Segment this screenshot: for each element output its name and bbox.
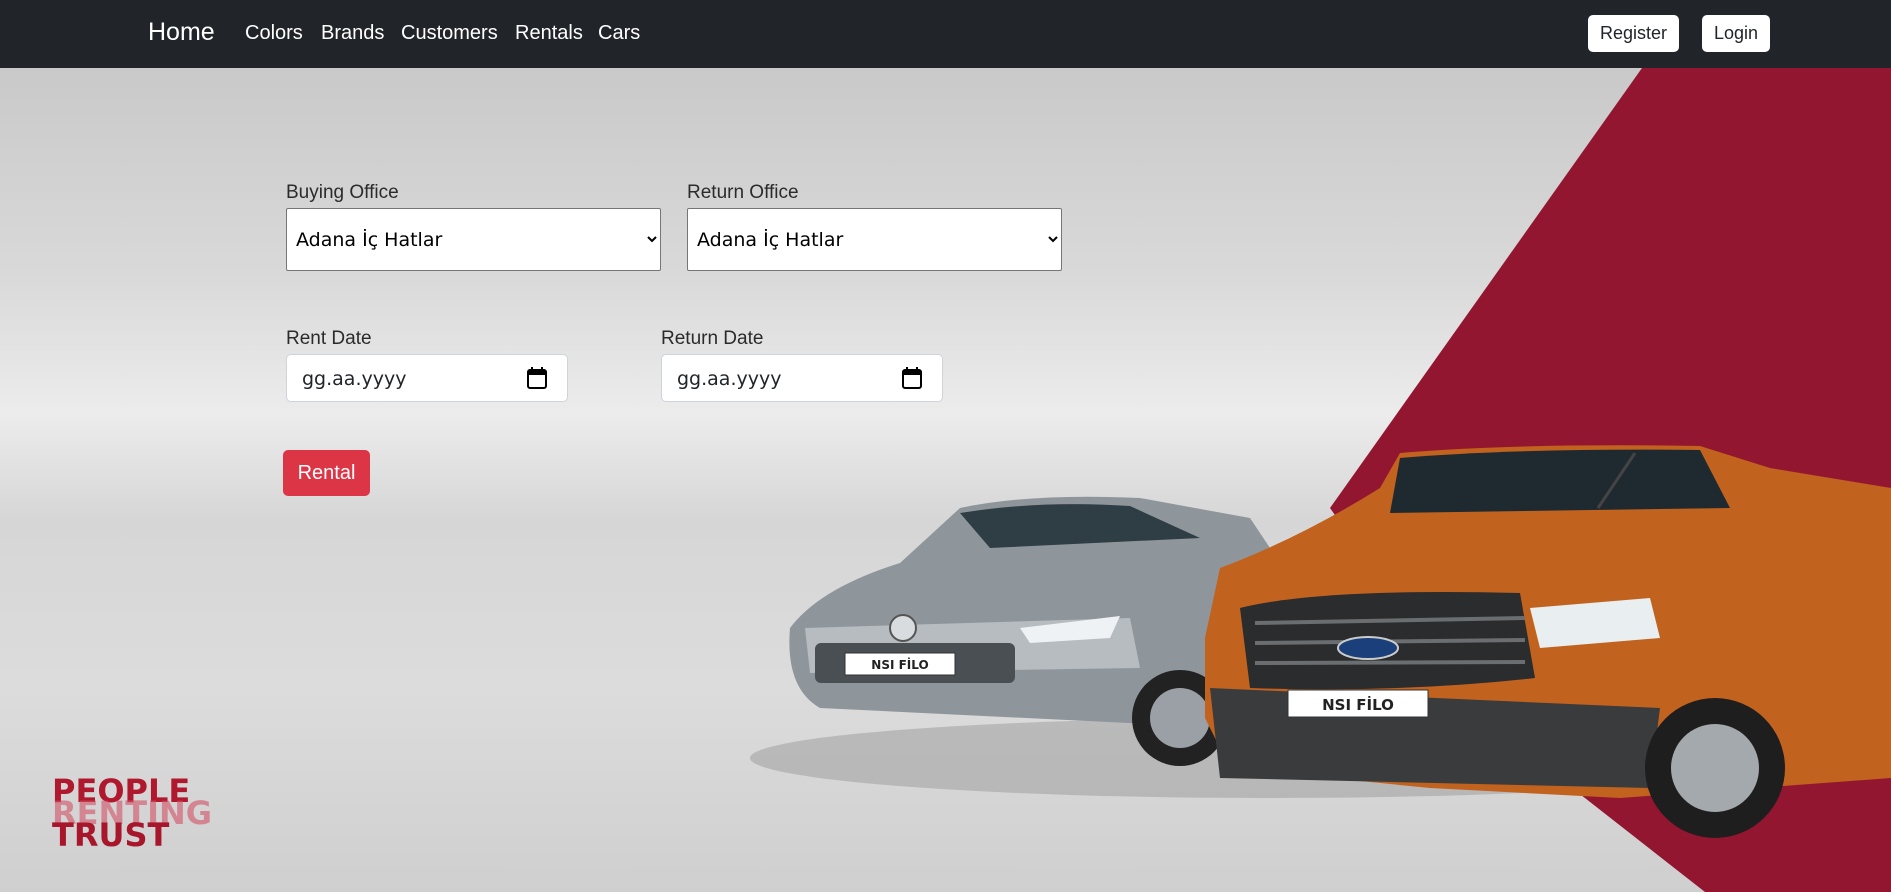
orange-pickup-image: NSI FİLO — [1205, 445, 1891, 838]
rent-date-label: Rent Date — [286, 328, 372, 349]
rent-date-placeholder: gg.aa.yyyy — [302, 368, 407, 390]
buying-office-label: Buying Office — [286, 182, 399, 203]
login-button[interactable]: Login — [1702, 15, 1771, 52]
nav-link-customers[interactable]: Customers — [401, 22, 498, 45]
rental-submit-button[interactable]: Rental — [283, 450, 370, 496]
nav-link-rentals[interactable]: Rentals — [515, 22, 583, 45]
people-renting-trust-logo: PEOPLE RENTING TRUST — [52, 772, 213, 854]
top-navbar: Home Colors Brands Customers Rentals Car… — [0, 0, 1891, 68]
calendar-icon[interactable] — [527, 367, 547, 389]
return-office-select[interactable]: Adana İç Hatlar — [687, 208, 1062, 271]
home-link[interactable]: Home — [148, 18, 215, 47]
nav-link-brands[interactable]: Brands — [321, 22, 384, 45]
return-date-placeholder: gg.aa.yyyy — [677, 368, 782, 390]
rent-date-input[interactable]: gg.aa.yyyy — [286, 354, 568, 402]
buying-office-select[interactable]: Adana İç Hatlar — [286, 208, 661, 271]
return-date-label: Return Date — [661, 328, 764, 349]
svg-text:NSI FİLO: NSI FİLO — [1322, 695, 1394, 714]
nav-link-cars[interactable]: Cars — [598, 22, 640, 45]
svg-text:NSI FİLO: NSI FİLO — [871, 657, 928, 672]
nav-link-colors[interactable]: Colors — [245, 22, 303, 45]
return-date-input[interactable]: gg.aa.yyyy — [661, 354, 943, 402]
register-button[interactable]: Register — [1588, 15, 1680, 52]
calendar-icon[interactable] — [902, 367, 922, 389]
return-office-label: Return Office — [687, 182, 799, 203]
